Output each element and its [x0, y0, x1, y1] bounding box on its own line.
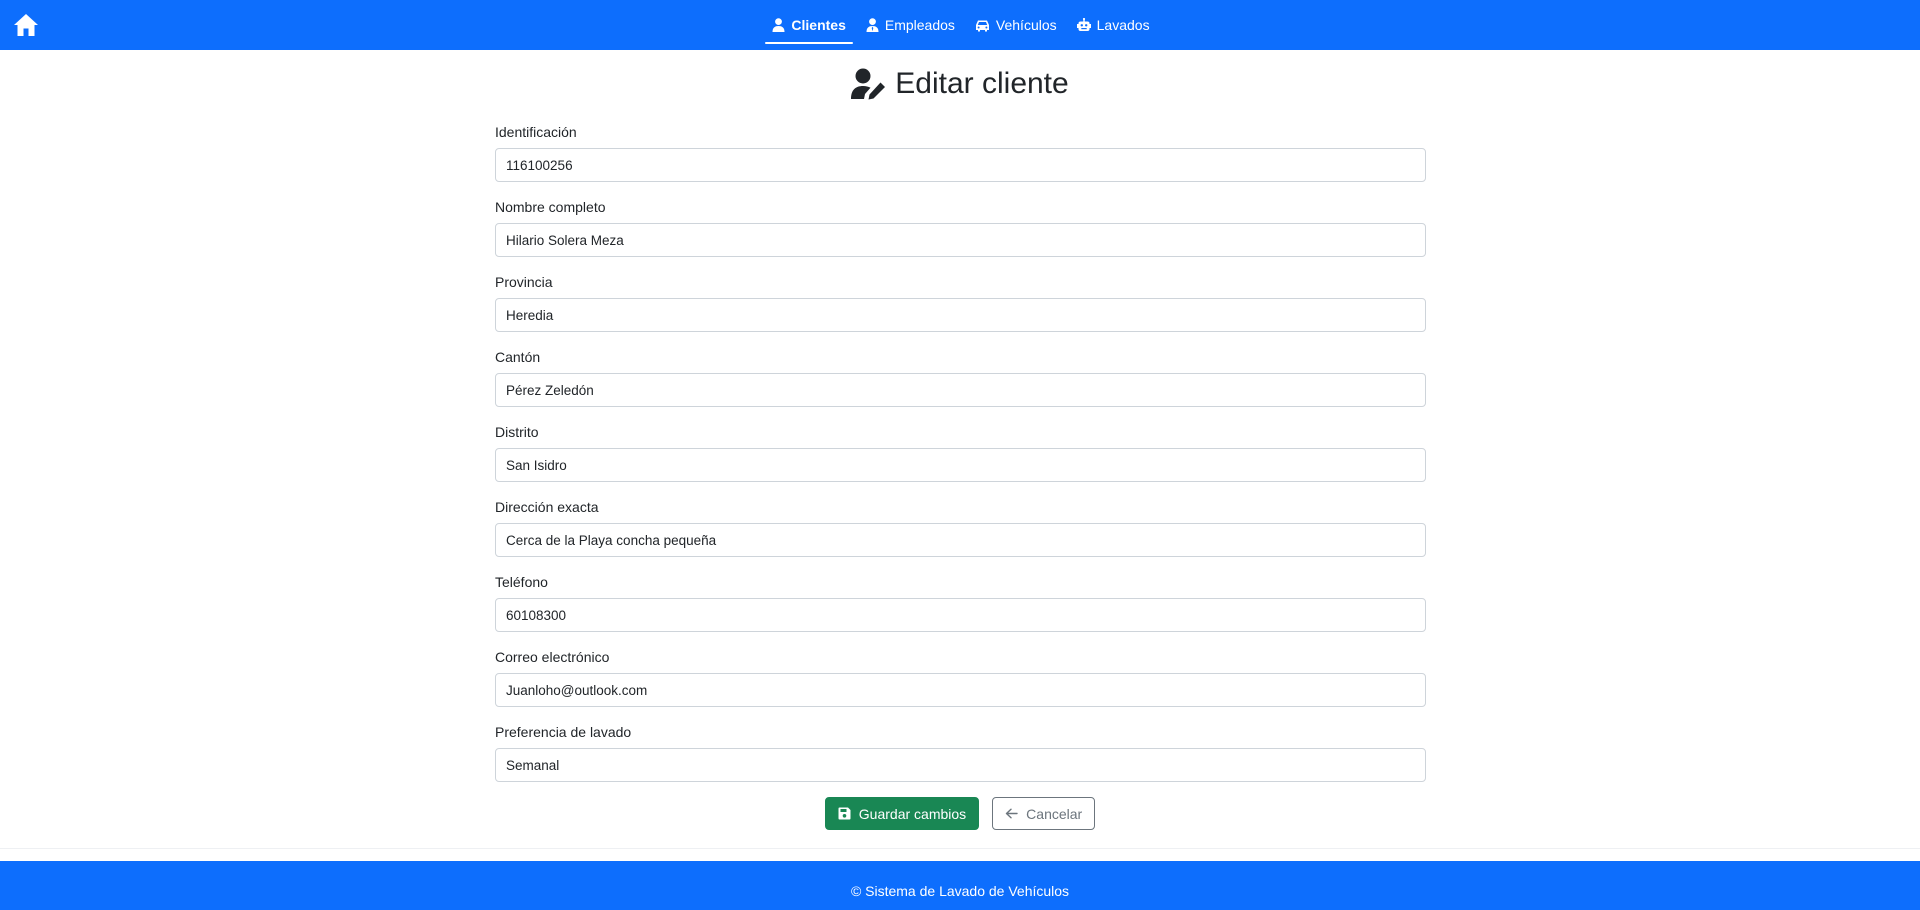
field-label: Distrito: [495, 424, 539, 440]
nav-item-label: Clientes: [791, 17, 846, 33]
nav-item-label: Empleados: [884, 17, 955, 33]
nav-item-vehiculos[interactable]: Vehículos: [968, 9, 1064, 41]
correo-electronico-input[interactable]: [495, 673, 1426, 707]
nombre-completo-input[interactable]: [495, 223, 1426, 257]
preferencia-lavado-input[interactable]: [495, 748, 1426, 782]
form-actions: Guardar cambios Cancelar: [0, 797, 1920, 830]
nav-menu: Clientes Empleados Vehículos Lavados: [0, 0, 1920, 50]
field-preferencia-lavado: Preferencia de lavado: [495, 722, 1426, 797]
field-label: Correo electrónico: [495, 649, 610, 665]
field-label: Identificación: [495, 124, 577, 140]
field-telefono: Teléfono: [495, 572, 1426, 647]
arrow-left-icon: [1005, 808, 1018, 819]
field-label: Dirección exacta: [495, 499, 599, 515]
field-canton: Cantón: [495, 347, 1426, 422]
footer-divider: [0, 848, 1920, 849]
nav-item-label: Vehículos: [995, 17, 1057, 33]
nav-item-empleados[interactable]: Empleados: [859, 9, 962, 41]
field-label: Preferencia de lavado: [495, 724, 632, 740]
footer-text: © Sistema de Lavado de Vehículos: [850, 882, 1070, 899]
page-footer: © Sistema de Lavado de Vehículos: [0, 861, 1920, 910]
car-icon: [975, 20, 989, 31]
direccion-exacta-input[interactable]: [495, 523, 1426, 557]
canton-input[interactable]: [495, 373, 1426, 407]
nav-item-lavados[interactable]: Lavados: [1070, 9, 1157, 41]
save-button-label: Guardar cambios: [858, 805, 967, 822]
field-label: Nombre completo: [495, 199, 606, 215]
washing-robot-icon: [1076, 18, 1091, 31]
field-label: Cantón: [495, 349, 541, 365]
page-title: Editar cliente: [895, 67, 1069, 100]
distrito-input[interactable]: [495, 448, 1426, 482]
identificacion-input[interactable]: [495, 148, 1426, 182]
page-header: Editar cliente: [0, 64, 1920, 104]
telefono-input[interactable]: [495, 598, 1426, 632]
edit-client-form: Identificación Nombre completo Provincia…: [495, 122, 1426, 797]
field-direccion-exacta: Dirección exacta: [495, 497, 1426, 572]
field-identificacion: Identificación: [495, 122, 1426, 197]
field-distrito: Distrito: [495, 422, 1426, 497]
user-tie-icon: [866, 18, 879, 32]
nav-item-clientes[interactable]: Clientes: [765, 9, 854, 44]
top-navbar: Clientes Empleados Vehículos Lavados: [0, 0, 1920, 50]
floppy-disk-icon: [838, 807, 851, 820]
field-nombre-completo: Nombre completo: [495, 197, 1426, 272]
nav-item-label: Lavados: [1096, 17, 1150, 33]
cancel-button-label: Cancelar: [1026, 805, 1083, 822]
user-icon: [772, 18, 785, 32]
provincia-input[interactable]: [495, 298, 1426, 332]
field-provincia: Provincia: [495, 272, 1426, 347]
field-label: Teléfono: [495, 574, 548, 590]
save-button[interactable]: Guardar cambios: [824, 797, 980, 830]
field-correo-electronico: Correo electrónico: [495, 647, 1426, 722]
cancel-button[interactable]: Cancelar: [992, 797, 1096, 830]
user-edit-icon: [851, 68, 886, 100]
field-label: Provincia: [495, 274, 553, 290]
